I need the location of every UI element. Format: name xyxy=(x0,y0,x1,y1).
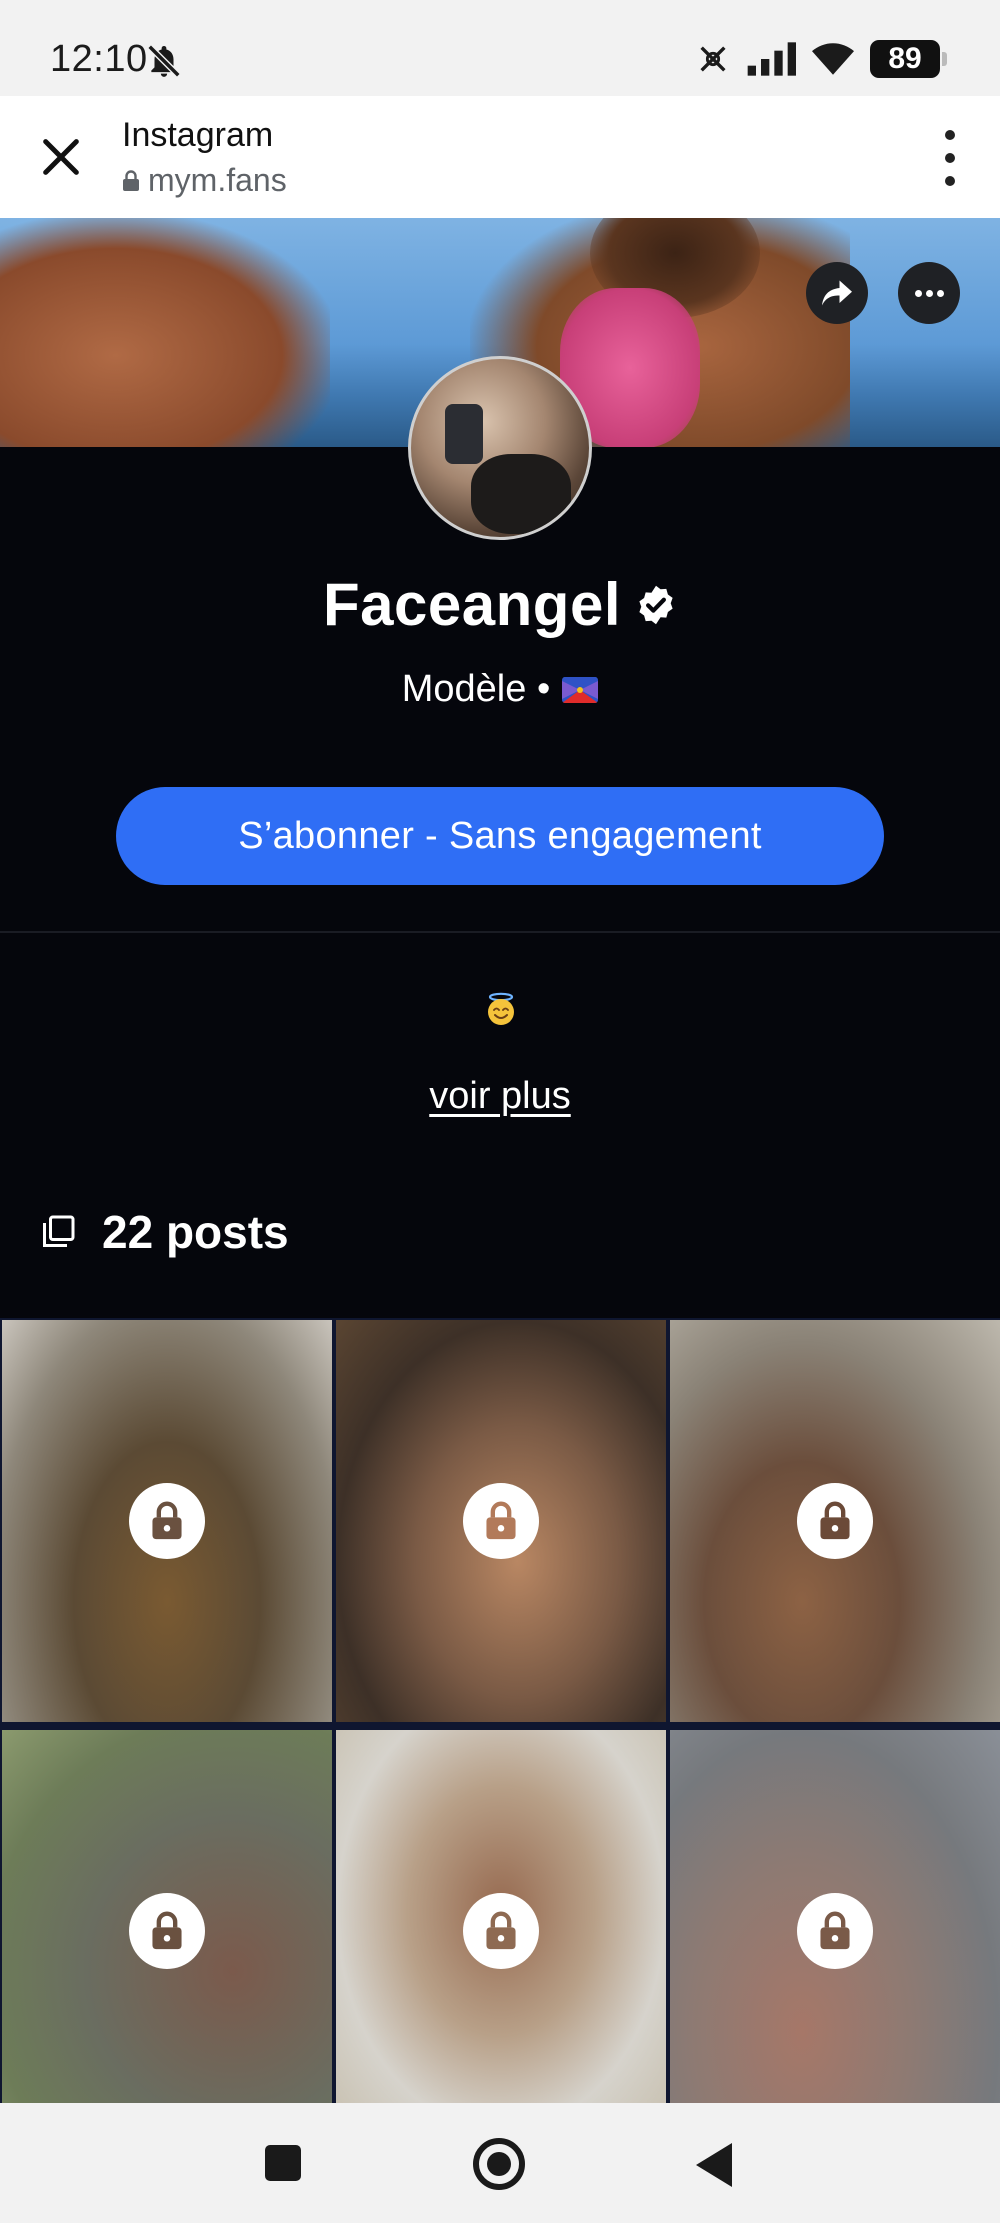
system-nav-bar xyxy=(0,2103,1000,2223)
recents-icon[interactable] xyxy=(265,2145,301,2181)
see-more-link[interactable]: voir plus xyxy=(0,1075,1000,1118)
signal-icon xyxy=(747,42,796,76)
section-divider xyxy=(0,931,1000,933)
locked-post[interactable] xyxy=(336,1730,666,2132)
data-saver-icon xyxy=(700,46,726,72)
locked-post[interactable] xyxy=(2,1730,332,2132)
reunion-flag-icon xyxy=(562,676,599,703)
lock-icon xyxy=(129,1483,205,1559)
lock-icon xyxy=(463,1483,539,1559)
posts-header: 22 posts xyxy=(40,1205,289,1259)
posts-count: 22 posts xyxy=(102,1206,289,1258)
wifi-icon xyxy=(812,43,854,75)
avatar-phone xyxy=(445,404,483,464)
bell-off-icon xyxy=(147,44,181,78)
page-title: Instagram xyxy=(122,116,274,154)
profile-subtitle: Modèle • xyxy=(401,668,551,710)
browser-toolbar: Instagram mym.fans xyxy=(0,96,1000,218)
posts-icon xyxy=(43,1215,75,1247)
lock-icon xyxy=(797,1893,873,1969)
locked-post[interactable] xyxy=(336,1320,666,1722)
lock-icon xyxy=(123,169,139,191)
lock-icon xyxy=(463,1893,539,1969)
status-time: 12:10 xyxy=(50,38,148,80)
bio-emoji xyxy=(484,992,518,1026)
locked-post[interactable] xyxy=(670,1320,1000,1722)
page-url: mym.fans xyxy=(148,162,287,198)
locked-post[interactable] xyxy=(670,1730,1000,2132)
more-horiz-icon[interactable] xyxy=(898,262,960,324)
locked-post[interactable] xyxy=(2,1320,332,1722)
lock-icon xyxy=(129,1893,205,1969)
home-icon[interactable] xyxy=(473,2138,525,2190)
close-icon[interactable] xyxy=(38,134,84,180)
cover-photo-leg xyxy=(0,218,330,447)
avatar-shirt xyxy=(471,454,571,534)
more-vert-icon[interactable] xyxy=(940,130,960,186)
profile-name: Faceangel xyxy=(323,571,621,638)
status-icons: 89 xyxy=(696,40,947,78)
profile-subtitle-row: Modèle • xyxy=(0,668,1000,711)
profile-name-row: Faceangel xyxy=(0,570,1000,639)
page-url-row[interactable]: mym.fans xyxy=(122,162,287,199)
angel-face-icon xyxy=(488,992,514,1025)
battery-icon: 89 xyxy=(870,40,947,78)
status-bar: 12:10 89 xyxy=(0,0,1000,96)
back-icon[interactable] xyxy=(696,2143,732,2187)
share-icon xyxy=(822,280,852,306)
posts-grid xyxy=(0,1318,1000,2132)
verified-icon xyxy=(639,585,673,624)
lock-icon xyxy=(797,1483,873,1559)
battery-level: 89 xyxy=(888,42,922,75)
subscribe-button[interactable]: S’abonner - Sans engagement xyxy=(116,787,884,885)
share-button[interactable] xyxy=(806,262,868,324)
avatar[interactable] xyxy=(408,356,592,540)
